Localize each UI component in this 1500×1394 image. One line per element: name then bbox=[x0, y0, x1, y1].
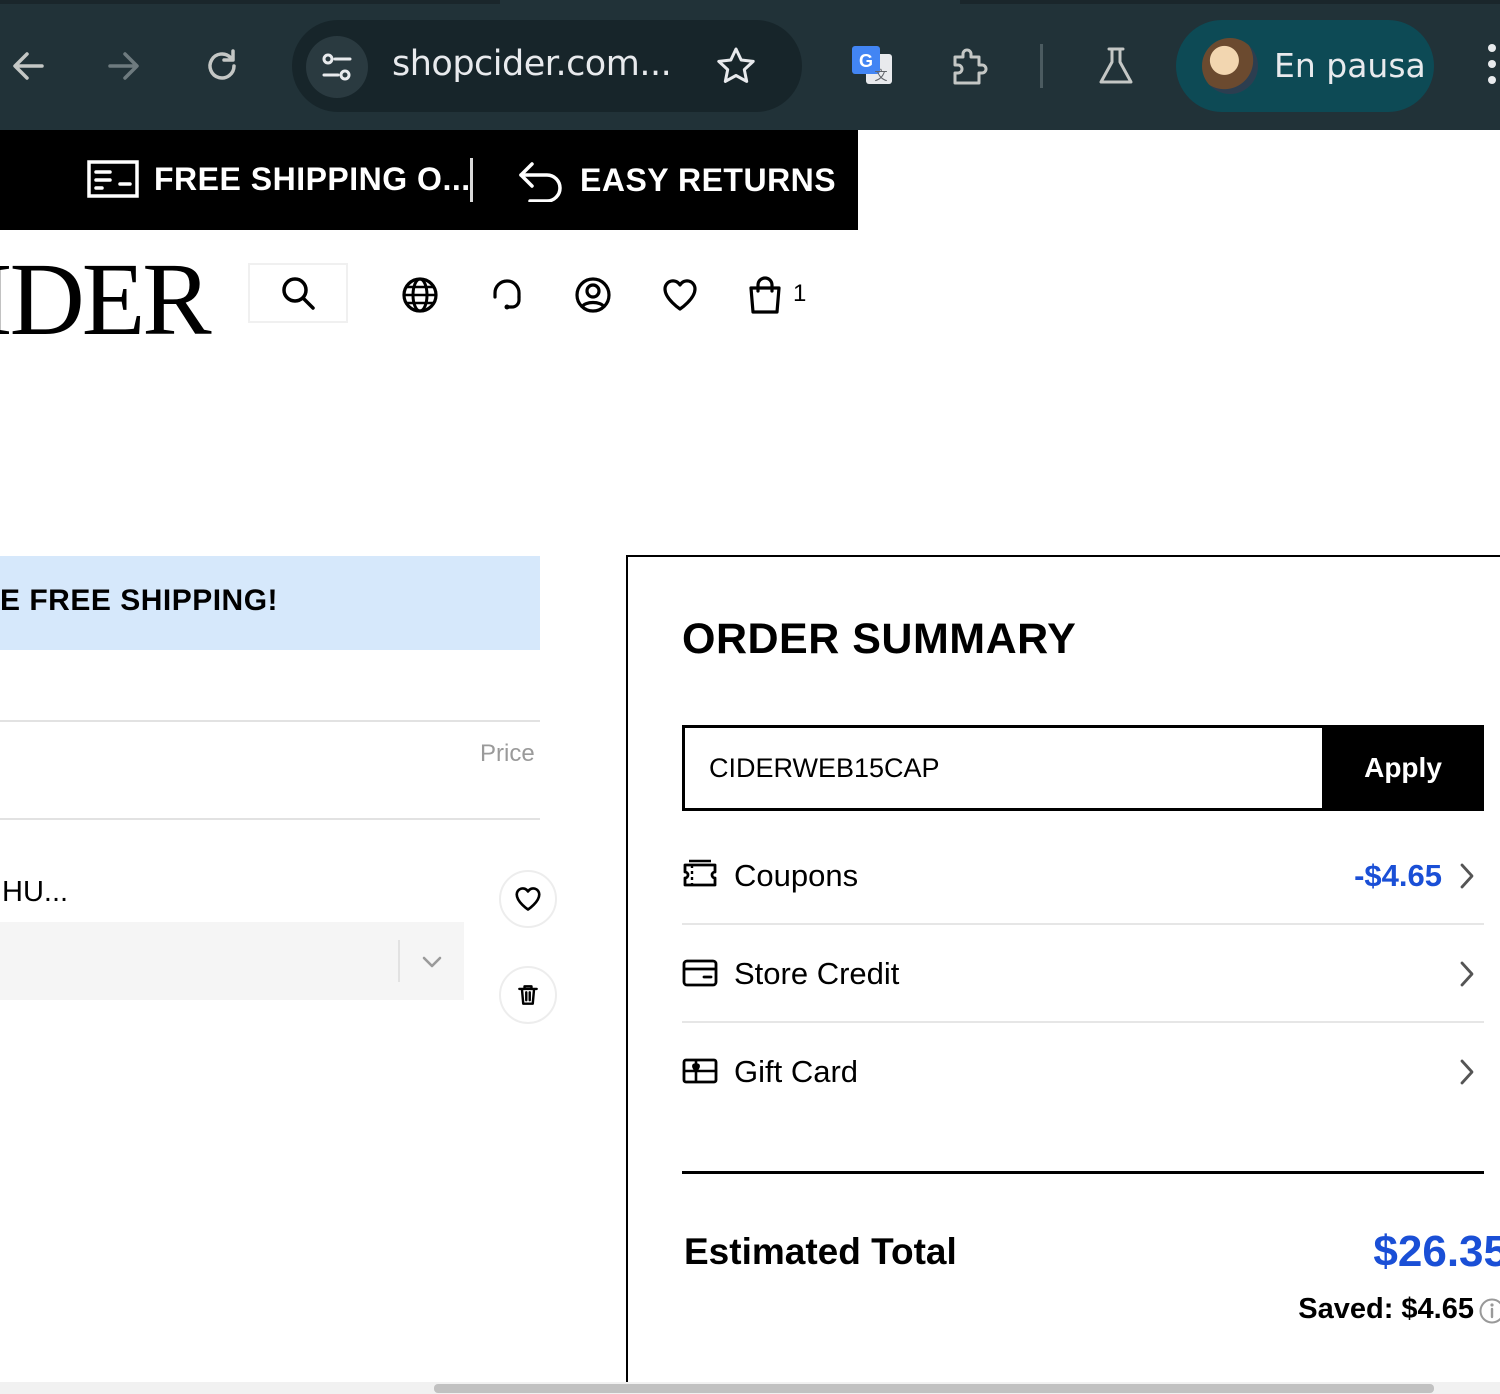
price-column-header: Price bbox=[480, 740, 535, 767]
shopping-bag-icon bbox=[749, 276, 781, 314]
back-arrow-icon bbox=[13, 52, 44, 80]
reload-button[interactable] bbox=[196, 40, 248, 92]
estimated-total-value: $26.35 bbox=[1373, 1227, 1500, 1276]
account-button[interactable] bbox=[568, 270, 618, 320]
cart-divider bbox=[0, 720, 540, 722]
bookmark-star-icon bbox=[717, 47, 755, 83]
forward-arrow-icon bbox=[108, 52, 139, 80]
cart-button[interactable] bbox=[740, 270, 790, 320]
tab-strip-edge bbox=[0, 0, 500, 4]
order-summary-title: ORDER SUMMARY bbox=[682, 615, 1077, 663]
site-settings-icon bbox=[322, 53, 352, 81]
profile-status: En pausa bbox=[1274, 46, 1426, 85]
promo-returns-text: EASY RETURNS bbox=[580, 161, 837, 198]
store-credit-label: Store Credit bbox=[734, 956, 900, 991]
promo-bar: FREE SHIPPING O... EASY RETURNS bbox=[0, 130, 858, 230]
store-credit-row[interactable]: Store Credit bbox=[682, 925, 1484, 1023]
move-to-wishlist-button[interactable] bbox=[499, 870, 557, 928]
back-button[interactable] bbox=[2, 40, 54, 92]
bookmark-button[interactable] bbox=[712, 42, 760, 90]
globe-icon bbox=[402, 277, 438, 313]
language-button[interactable] bbox=[395, 270, 445, 320]
address-bar[interactable]: shopcider.com... bbox=[292, 20, 802, 112]
search-icon bbox=[282, 277, 315, 310]
account-icon bbox=[575, 277, 611, 313]
google-translate-extension[interactable]: G文 bbox=[846, 40, 898, 92]
total-divider bbox=[682, 1171, 1484, 1174]
forward-button[interactable] bbox=[98, 40, 150, 92]
promo-divider bbox=[470, 158, 473, 202]
browser-toolbar: shopcider.com... G文 En pausa bbox=[0, 0, 1500, 130]
svg-text:文: 文 bbox=[874, 68, 887, 83]
wishlist-button[interactable] bbox=[655, 270, 705, 320]
promo-free-shipping[interactable]: FREE SHIPPING O... bbox=[86, 158, 471, 200]
reload-icon bbox=[208, 49, 236, 80]
promo-easy-returns[interactable]: EASY RETURNS bbox=[516, 158, 836, 202]
site-settings-button[interactable] bbox=[306, 36, 368, 98]
toolbar-separator bbox=[1040, 44, 1043, 88]
cart-divider bbox=[0, 818, 540, 820]
labs-button[interactable] bbox=[1090, 40, 1142, 92]
tab-strip-edge bbox=[960, 0, 1500, 4]
labs-flask-icon bbox=[1099, 47, 1133, 84]
extensions-icon bbox=[953, 48, 988, 85]
svg-text:G: G bbox=[859, 51, 873, 71]
promo-code-input[interactable] bbox=[682, 725, 1322, 811]
search-button[interactable] bbox=[248, 263, 348, 323]
support-headset-icon bbox=[493, 279, 521, 310]
return-arrow-icon bbox=[519, 162, 562, 202]
trash-icon bbox=[518, 985, 538, 1005]
coupon-ticket-icon bbox=[682, 857, 718, 893]
coupons-label: Coupons bbox=[734, 858, 859, 893]
info-icon[interactable] bbox=[1478, 1297, 1500, 1325]
order-summary-panel: ORDER SUMMARY Apply Coupons -$4.65 Store… bbox=[626, 555, 1500, 1394]
store-credit-card-icon bbox=[682, 955, 718, 991]
coupons-discount: -$4.65 bbox=[1354, 858, 1442, 893]
select-divider bbox=[398, 940, 400, 982]
profile-avatar bbox=[1202, 38, 1258, 94]
chevron-right-icon bbox=[1454, 861, 1480, 891]
site-logo[interactable]: IDER bbox=[0, 248, 212, 352]
heart-icon bbox=[515, 887, 541, 911]
extensions-button[interactable] bbox=[944, 40, 996, 92]
apply-code-button[interactable]: Apply bbox=[1322, 725, 1484, 811]
profile-button[interactable]: En pausa bbox=[1176, 20, 1434, 112]
remove-item-button[interactable] bbox=[499, 966, 557, 1024]
browser-menu-button[interactable] bbox=[1484, 44, 1500, 88]
shipping-truck-icon bbox=[87, 160, 139, 198]
chevron-down-icon bbox=[418, 948, 446, 976]
chevron-right-icon bbox=[1454, 959, 1480, 989]
google-translate-icon: G文 bbox=[852, 46, 892, 84]
scrollbar-thumb[interactable] bbox=[434, 1384, 1434, 1393]
gift-card-label: Gift Card bbox=[734, 1054, 859, 1089]
variant-select[interactable] bbox=[0, 922, 464, 1000]
support-button[interactable] bbox=[482, 270, 532, 320]
chevron-right-icon bbox=[1454, 1057, 1480, 1087]
promo-shipping-text: FREE SHIPPING O... bbox=[154, 160, 471, 197]
free-shipping-banner: E FREE SHIPPING! bbox=[0, 556, 540, 650]
free-shipping-text: E FREE SHIPPING! bbox=[0, 584, 279, 617]
gift-card-row[interactable]: Gift Card bbox=[682, 1023, 1484, 1123]
cart-count-badge: 1 bbox=[793, 280, 807, 307]
estimated-total-label: Estimated Total bbox=[684, 1231, 957, 1272]
address-url[interactable]: shopcider.com... bbox=[392, 44, 672, 84]
cart-item-title[interactable]: HU... bbox=[2, 876, 68, 909]
wishlist-heart-icon bbox=[663, 279, 697, 311]
saved-amount: Saved: $4.65 bbox=[1298, 1293, 1474, 1325]
menu-dots-icon bbox=[1484, 44, 1500, 84]
gift-card-icon bbox=[682, 1053, 718, 1089]
coupons-row[interactable]: Coupons -$4.65 bbox=[682, 827, 1484, 925]
horizontal-scrollbar[interactable] bbox=[0, 1382, 1500, 1394]
